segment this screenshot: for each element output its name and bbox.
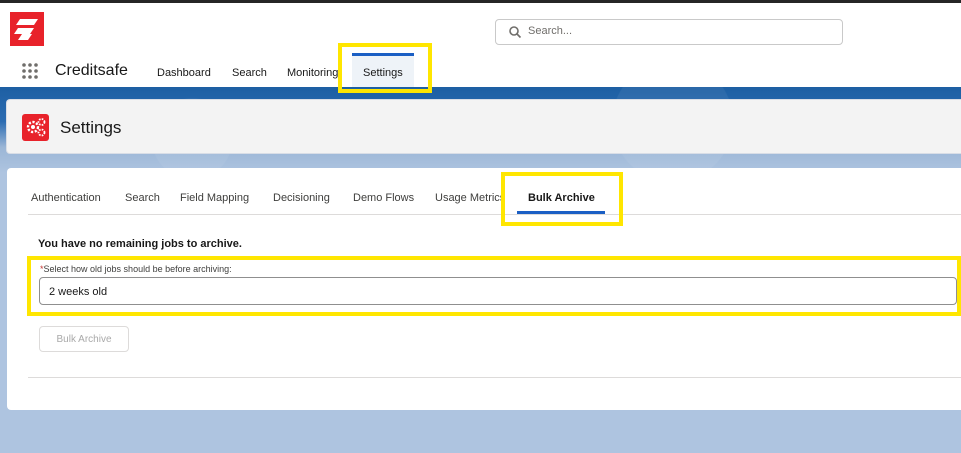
global-header: Search... Creditsafe Dashboard Search Mo… bbox=[0, 0, 961, 88]
search-placeholder: Search... bbox=[528, 25, 573, 37]
no-jobs-message: You have no remaining jobs to archive. bbox=[38, 238, 242, 250]
page-header: Settings bbox=[6, 99, 961, 154]
settings-gears-icon bbox=[22, 114, 49, 141]
tab-decisioning[interactable]: Decisioning bbox=[273, 192, 330, 204]
nav-item-search[interactable]: Search bbox=[232, 67, 267, 79]
tab-usage-metrics[interactable]: Usage Metrics bbox=[435, 192, 503, 204]
search-icon bbox=[509, 26, 522, 39]
page-title: Settings bbox=[60, 118, 122, 137]
nav-item-dashboard[interactable]: Dashboard bbox=[157, 67, 211, 79]
tab-field-mapping[interactable]: Field Mapping bbox=[180, 192, 249, 204]
creditsafe-logo[interactable] bbox=[10, 12, 44, 46]
app-name: Creditsafe bbox=[55, 62, 128, 79]
highlight-archive-select bbox=[27, 256, 961, 316]
nav-item-monitoring[interactable]: Monitoring bbox=[287, 67, 344, 79]
tab-authentication[interactable]: Authentication bbox=[31, 192, 101, 204]
tab-demo-flows[interactable]: Demo Flows bbox=[353, 192, 414, 204]
tab-divider bbox=[28, 214, 961, 215]
bulk-archive-button[interactable]: Bulk Archive bbox=[39, 326, 129, 352]
highlight-bulk-archive-tab bbox=[501, 172, 623, 226]
bulk-archive-button-label: Bulk Archive bbox=[56, 334, 112, 345]
footer-divider bbox=[28, 377, 961, 378]
global-search-input[interactable]: Search... bbox=[495, 19, 843, 45]
app-window: Search... Creditsafe Dashboard Search Mo… bbox=[0, 0, 961, 453]
app-launcher-icon[interactable] bbox=[21, 62, 39, 80]
highlight-settings-nav bbox=[338, 43, 432, 93]
tab-search[interactable]: Search bbox=[125, 192, 160, 204]
